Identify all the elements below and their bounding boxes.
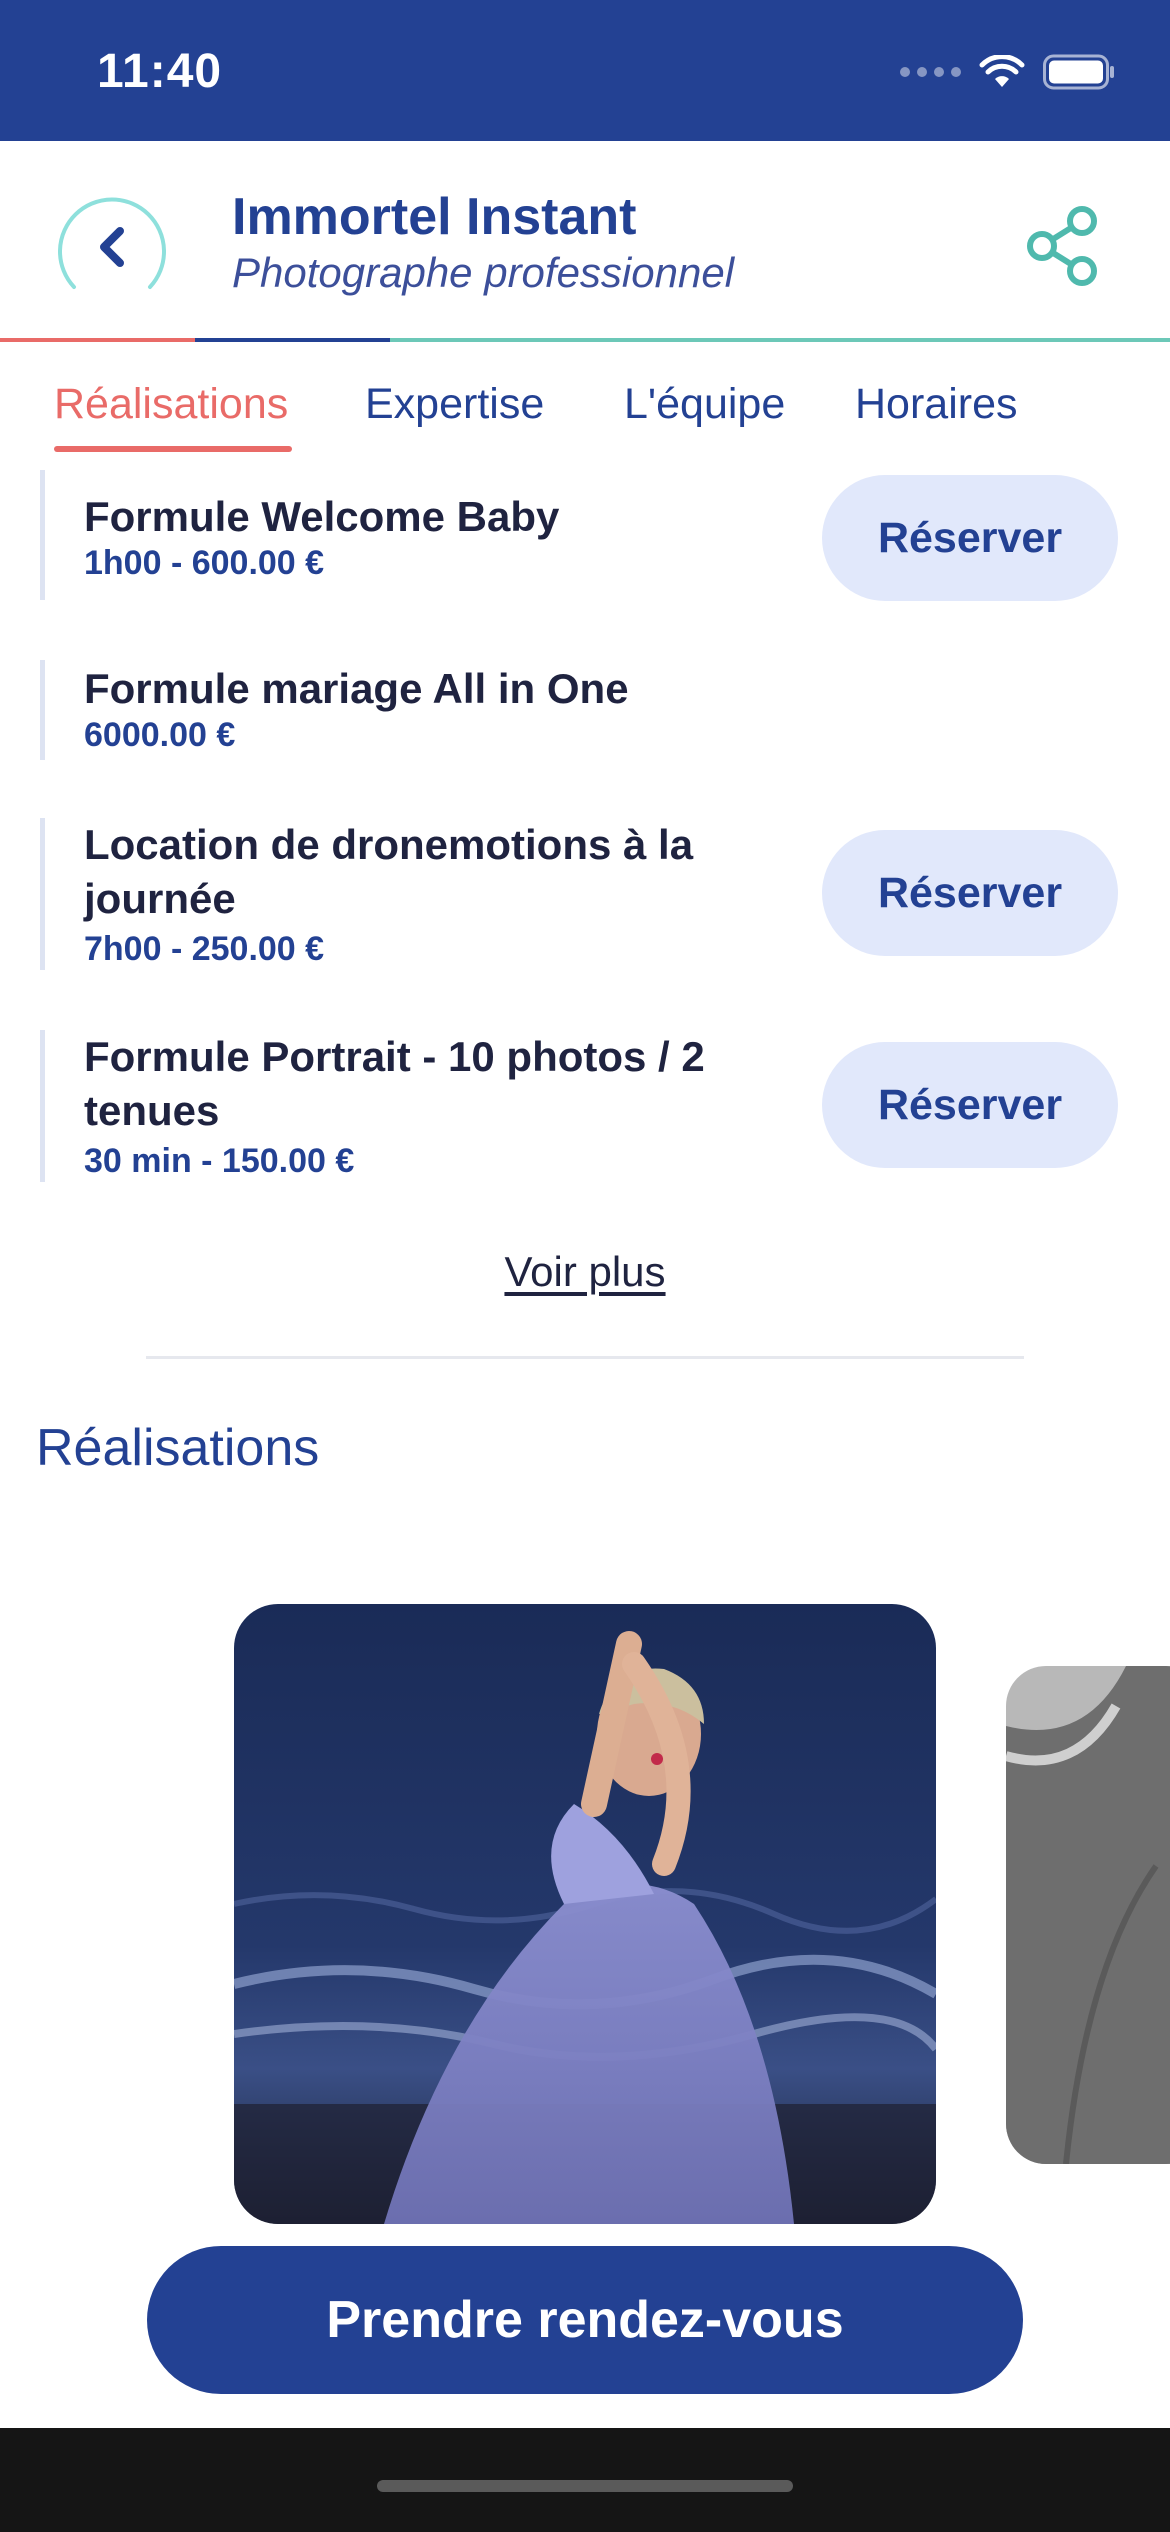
gallery-photo[interactable] <box>1006 1666 1170 2164</box>
battery-icon <box>1043 54 1114 90</box>
section-divider <box>146 1356 1024 1359</box>
status-icons <box>900 52 1115 92</box>
service-name: Formule mariage All in One <box>84 665 629 712</box>
service-item: Formule Portrait - 10 photos / 2 tenues … <box>40 1030 1120 1182</box>
home-indicator[interactable] <box>377 2480 793 2492</box>
cellular-signal-icon <box>900 67 961 77</box>
book-appointment-button[interactable]: Prendre rendez-vous <box>147 2246 1023 2394</box>
gallery-photo[interactable] <box>234 1604 936 2224</box>
service-item: Location de dronemotions à la journée 7h… <box>40 818 1120 970</box>
page-subtitle: Photographe professionnel <box>232 249 735 296</box>
service-meta: 6000.00 € <box>84 716 236 754</box>
status-bar: 11:40 <box>0 0 1170 141</box>
service-item: Formule mariage All in One 6000.00 € <box>40 660 1120 760</box>
tab-horaires[interactable]: Horaires <box>855 380 1018 429</box>
reserve-button[interactable]: Réserver <box>822 475 1118 601</box>
chevron-left-icon <box>58 197 166 289</box>
service-meta: 7h00 - 250.00 € <box>84 930 325 968</box>
gallery-title: Réalisations <box>36 1419 320 1477</box>
reserve-button[interactable]: Réserver <box>822 830 1118 956</box>
woman-in-blue-dress-photo <box>234 1604 936 2224</box>
status-time: 11:40 <box>97 45 223 98</box>
service-item: Formule Welcome Baby 1h00 - 600.00 € Rés… <box>40 470 1120 601</box>
man-in-suit-photo <box>1006 1666 1170 2164</box>
tab-realisations[interactable]: Réalisations <box>54 380 288 429</box>
service-name: Location de dronemotions à la journée <box>84 821 694 922</box>
back-button[interactable] <box>54 191 170 307</box>
share-icon <box>1027 206 1097 286</box>
tab-bar: Réalisations Expertise L'équipe Horaires <box>0 342 1170 452</box>
service-name: Formule Portrait - 10 photos / 2 tenues <box>84 1033 705 1134</box>
service-meta: 1h00 - 600.00 € <box>84 544 325 582</box>
wifi-icon <box>979 55 1025 87</box>
service-name: Formule Welcome Baby <box>84 493 560 540</box>
reserve-button[interactable]: Réserver <box>822 1042 1118 1168</box>
service-meta: 30 min - 150.00 € <box>84 1142 355 1180</box>
see-more-link[interactable]: Voir plus <box>0 1248 1170 1296</box>
tab-expertise[interactable]: Expertise <box>365 380 544 429</box>
share-button[interactable] <box>1022 201 1102 291</box>
page-title: Immortel Instant <box>232 188 637 246</box>
active-tab-indicator <box>54 446 292 452</box>
tab-equipe[interactable]: L'équipe <box>624 380 785 429</box>
header: Immortel Instant Photographe professionn… <box>0 141 1170 341</box>
